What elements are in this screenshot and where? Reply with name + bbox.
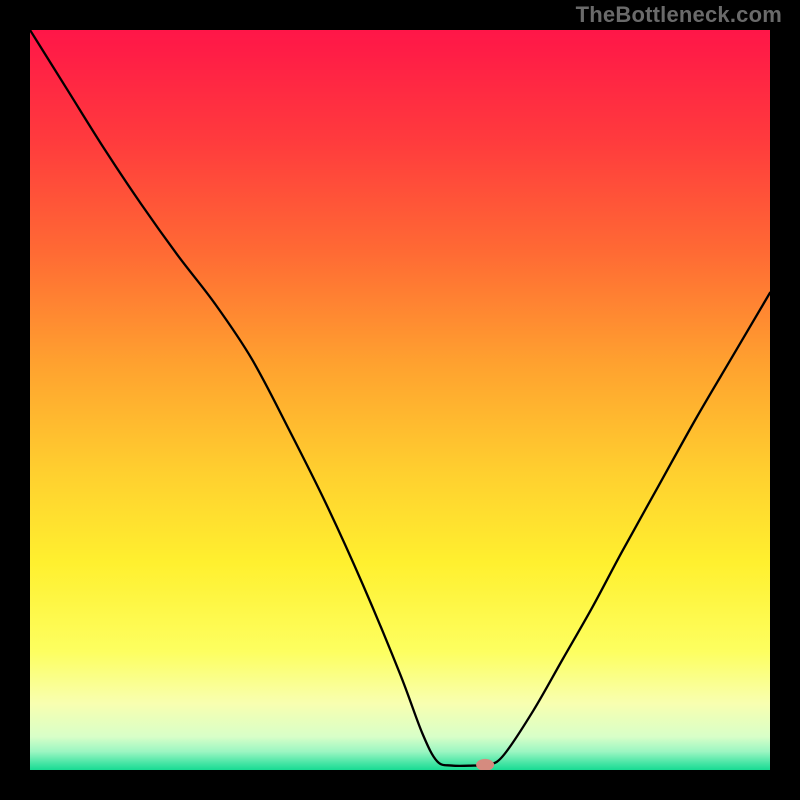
- chart-svg: [30, 30, 770, 770]
- plot-area: [30, 30, 770, 770]
- watermark-text: TheBottleneck.com: [576, 2, 782, 28]
- gradient-background: [30, 30, 770, 770]
- chart-frame: TheBottleneck.com: [0, 0, 800, 800]
